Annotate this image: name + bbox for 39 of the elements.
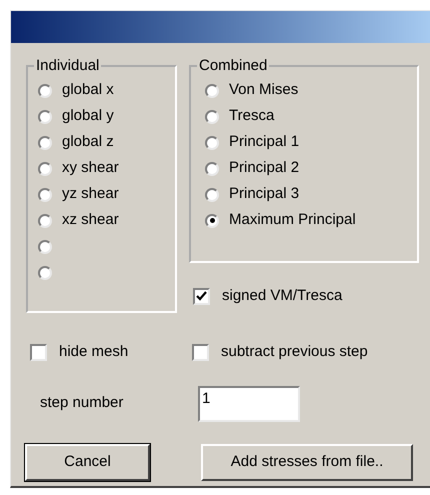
step-number-field[interactable]: 1 [198,386,300,422]
radio-button[interactable] [38,136,52,150]
check-icon [196,291,207,302]
group-title: Individual [35,56,100,76]
add-stresses-button[interactable]: Add stresses from file.. [201,444,413,480]
checkbox[interactable] [192,344,209,361]
checkbox-label: signed VM/Tresca [222,286,342,306]
radio-label: Von Mises [229,80,298,100]
radio-button[interactable] [38,188,52,202]
radio-button[interactable] [205,110,219,124]
radio-label: Principal 1 [229,132,300,152]
radio-button[interactable] [38,84,52,98]
radio-button[interactable] [205,162,219,176]
radio-label: yz shear [62,184,119,204]
cancel-button[interactable]: Cancel [25,444,150,480]
radio-label: Principal 3 [229,184,300,204]
radio-label: xy shear [62,158,119,178]
checkbox-label: hide mesh [59,342,128,362]
radio-label: global y [62,106,114,126]
radio-button[interactable] [38,214,52,228]
radio-label: xz shear [62,210,119,230]
radio-button[interactable] [205,188,219,202]
radio-label: Principal 2 [229,158,300,178]
radio-button[interactable] [38,240,52,254]
radio-label: Tresca [229,106,274,126]
radio-label: Maximum Principal [229,210,356,230]
radio-button[interactable] [205,84,219,98]
group-title: Combined [198,56,268,76]
radio-button[interactable] [38,266,52,280]
checkbox[interactable] [193,288,210,305]
radio-button[interactable] [205,136,219,150]
checkbox[interactable] [30,344,47,361]
field-label: step number [40,393,124,414]
checkbox-label: subtract previous step [221,342,368,362]
radio-button[interactable] [38,162,52,176]
radio-button[interactable] [38,110,52,124]
radio-button[interactable] [205,214,219,228]
radio-label: global z [62,132,114,152]
radio-label: global x [62,80,114,100]
